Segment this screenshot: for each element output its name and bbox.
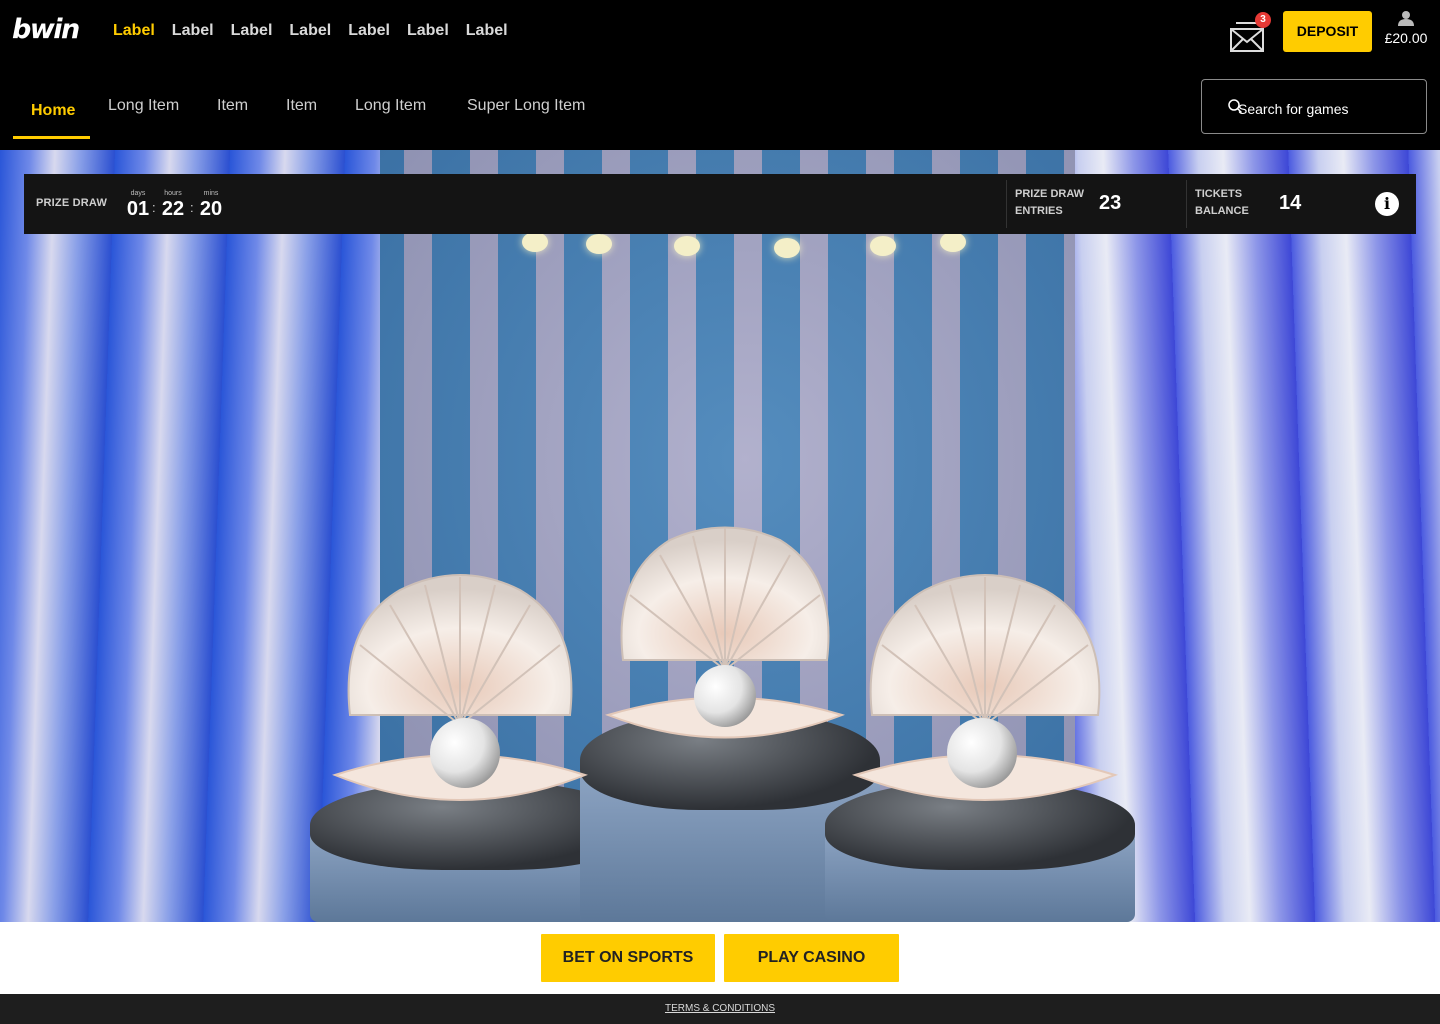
- pearl-shell-left[interactable]: [330, 565, 590, 815]
- search-placeholder: Search for games: [1238, 101, 1349, 117]
- account-button[interactable]: £20.00: [1380, 10, 1432, 54]
- countdown-mins: mins 20: [199, 190, 223, 220]
- string-lights: [520, 232, 1000, 262]
- tab-super-long-item[interactable]: Super Long Item: [467, 97, 585, 115]
- cta-strip: BET ON SPORTS PLAY CASINO: [0, 922, 1440, 994]
- bwin-logo[interactable]: bwin: [12, 14, 80, 45]
- search-input[interactable]: Search for games: [1201, 79, 1427, 134]
- tab-item-2[interactable]: Item: [286, 97, 317, 115]
- entries-count: 23: [1099, 192, 1122, 214]
- info-icon[interactable]: i: [1375, 192, 1399, 216]
- prize-draw-label: PRIZE DRAW: [36, 197, 108, 209]
- main-nav-item-6[interactable]: Label: [407, 22, 449, 40]
- user-icon: [1398, 11, 1414, 26]
- tab-long-item[interactable]: Long Item: [108, 97, 179, 115]
- main-nav-item-7[interactable]: Label: [466, 22, 508, 40]
- prize-draw-bar: PRIZE DRAW days 01 : hours 22 : mins 20 …: [24, 174, 1416, 234]
- messages-count-badge: 3: [1255, 12, 1271, 28]
- tickets-count: 14: [1279, 192, 1302, 214]
- hero-banner: PRIZE DRAW days 01 : hours 22 : mins 20 …: [0, 150, 1440, 922]
- tickets-label: TICKETS BALANCE: [1195, 188, 1249, 217]
- countdown-days: days 01: [126, 190, 150, 220]
- top-bar: bwin Label Label Label Label Label Label…: [0, 0, 1440, 66]
- main-nav-item-1[interactable]: Label: [113, 22, 155, 40]
- divider: [1006, 180, 1007, 228]
- footer: TERMS & CONDITIONS: [0, 994, 1440, 1024]
- main-nav-item-2[interactable]: Label: [172, 22, 214, 40]
- deposit-button[interactable]: DEPOSIT: [1283, 11, 1372, 52]
- tab-long-item-2[interactable]: Long Item: [355, 97, 426, 115]
- main-nav-item-5[interactable]: Label: [348, 22, 390, 40]
- main-nav-item-4[interactable]: Label: [289, 22, 331, 40]
- entries-label: PRIZE DRAW ENTRIES: [1015, 188, 1085, 217]
- pearl-shell-center[interactable]: [605, 520, 845, 750]
- account-balance: £20.00: [1384, 30, 1428, 46]
- divider: [1186, 180, 1187, 228]
- play-casino-button[interactable]: PLAY CASINO: [724, 934, 899, 982]
- tab-home[interactable]: Home: [31, 102, 75, 120]
- countdown-separator: :: [152, 200, 156, 215]
- countdown-separator: :: [190, 200, 194, 215]
- pearl-shell-right[interactable]: [850, 565, 1120, 815]
- countdown-hours: hours 22: [161, 190, 185, 220]
- active-tab-indicator: [13, 136, 90, 139]
- messages-button[interactable]: 3: [1230, 12, 1271, 52]
- tab-item[interactable]: Item: [217, 97, 248, 115]
- bet-on-sports-button[interactable]: BET ON SPORTS: [541, 934, 715, 982]
- terms-link[interactable]: TERMS & CONDITIONS: [665, 1003, 775, 1014]
- main-nav-item-3[interactable]: Label: [231, 22, 273, 40]
- main-nav: Label Label Label Label Label Label Labe…: [113, 22, 525, 40]
